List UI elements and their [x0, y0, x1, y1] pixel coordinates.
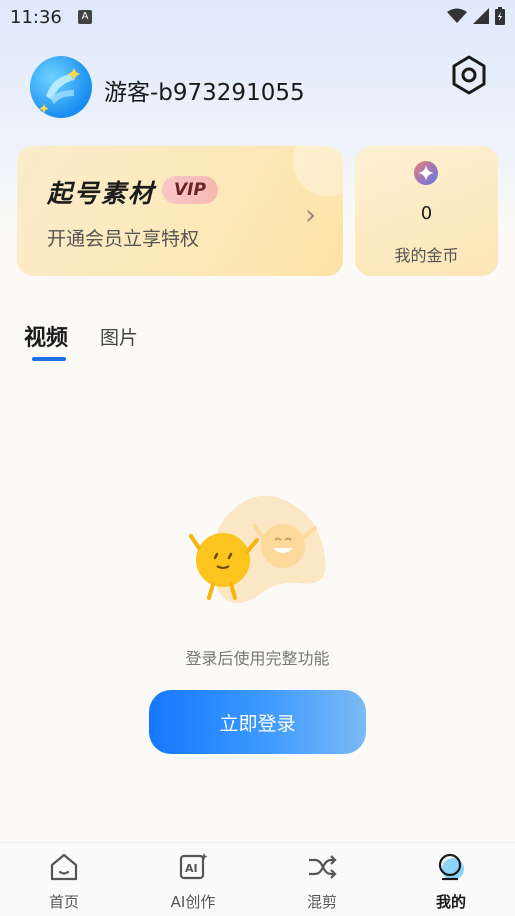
login-button[interactable]: 立即登录 [149, 690, 366, 754]
empty-state-message: 登录后使用完整功能 [185, 649, 330, 668]
coin-label: 我的金币 [394, 246, 459, 265]
tab-pictures[interactable]: 图片 [100, 323, 138, 350]
nav-item-profile[interactable]: 我的 [387, 843, 515, 916]
avatar[interactable] [30, 56, 92, 118]
signal-icon [473, 8, 489, 24]
home-icon [50, 853, 78, 881]
bottom-nav: 首页 AI AI创作 混剪 我的 [0, 842, 515, 916]
vip-badge: VIP [162, 176, 218, 204]
nav-label-profile: 我的 [435, 893, 466, 911]
film-reel-icon [39, 68, 80, 113]
coin-value: 0 [420, 203, 433, 224]
shuffle-icon [309, 855, 337, 879]
vip-card-decoration [293, 146, 343, 196]
settings-button[interactable] [448, 54, 490, 96]
status-time: 11:36 [10, 7, 62, 28]
vip-card[interactable]: 起号素材 VIP 开通会员立享特权 › [17, 146, 343, 276]
username: 游客-b973291055 [104, 80, 305, 106]
nav-item-remix[interactable]: 混剪 [258, 843, 386, 916]
nav-item-home[interactable]: 首页 [0, 843, 128, 916]
svg-text:AI: AI [185, 862, 198, 875]
profile-icon [438, 853, 464, 881]
tab-video[interactable]: 视频 [24, 320, 68, 352]
battery-icon [495, 7, 505, 25]
status-bar: 11:36 A [0, 0, 515, 36]
chevron-right-icon: › [305, 198, 317, 231]
status-icons [447, 7, 505, 25]
settings-icon [452, 55, 486, 95]
coin-icon [414, 161, 438, 185]
vip-subtitle: 开通会员立享特权 [47, 228, 200, 250]
nav-item-ai-create[interactable]: AI AI创作 [129, 843, 257, 916]
wifi-icon [447, 8, 467, 23]
notification-icon: A [78, 10, 92, 24]
empty-state-illustration [189, 495, 326, 603]
ai-create-icon: AI [179, 853, 208, 880]
coin-card[interactable]: 0 我的金币 [355, 146, 498, 276]
nav-label-home: 首页 [48, 893, 79, 911]
vip-title: 起号素材 [47, 179, 156, 208]
tab-active-indicator [32, 357, 66, 361]
nav-label-remix: 混剪 [306, 893, 337, 911]
nav-label-ai-create: AI创作 [170, 893, 216, 911]
